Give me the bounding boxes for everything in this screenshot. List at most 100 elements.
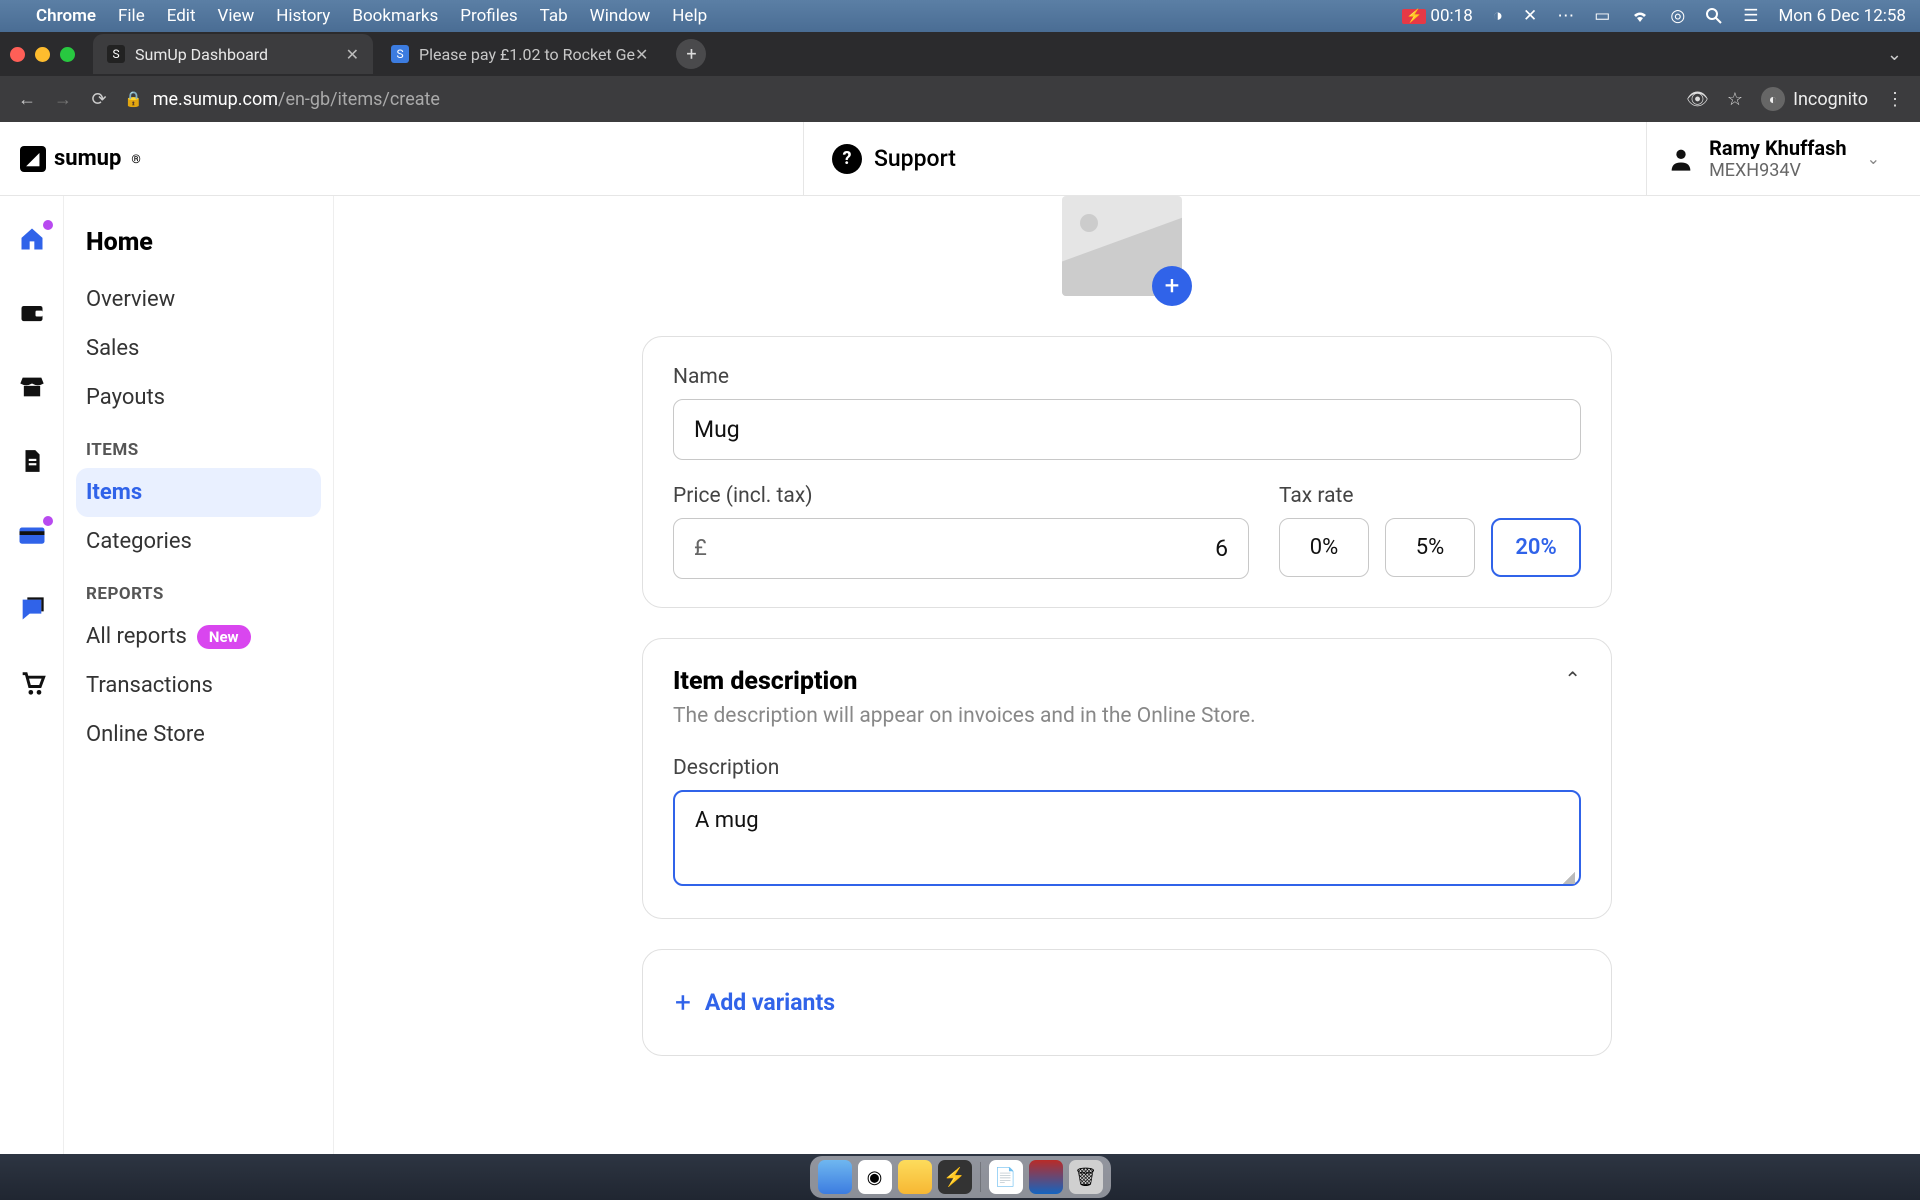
- dock-app-icon[interactable]: ⚡: [938, 1160, 972, 1194]
- tax-option-20[interactable]: 20%: [1491, 518, 1581, 577]
- tax-label: Tax rate: [1279, 484, 1581, 508]
- basic-info-card: Name Price (incl. tax) £ Tax rate 0%: [642, 336, 1612, 608]
- main-content: + Name Price (incl. tax) £ Tax rate: [334, 196, 1920, 1154]
- sidebar-item-label: Items: [86, 480, 142, 505]
- brand-logo[interactable]: ◢ sumup®: [20, 146, 141, 172]
- tracking-icon[interactable]: 👁: [1686, 89, 1709, 110]
- dock-app-icon[interactable]: [898, 1160, 932, 1194]
- sidebar-item-categories[interactable]: Categories: [76, 517, 321, 566]
- window-minimize-button[interactable]: [35, 47, 50, 62]
- collapse-icon[interactable]: ⌃: [1564, 667, 1581, 691]
- sidebar-item-label: Categories: [86, 529, 192, 554]
- power-icon[interactable]: ▭: [1594, 6, 1610, 26]
- tab-overflow-icon[interactable]: ⌄: [1887, 44, 1902, 65]
- icon-rail: [0, 196, 64, 1154]
- browser-toolbar: ← → ⟳ 🔒 me.sumup.com/en-gb/items/create …: [0, 76, 1920, 122]
- name-input[interactable]: [673, 399, 1581, 460]
- add-image-button[interactable]: +: [1152, 266, 1192, 306]
- menu-bookmarks[interactable]: Bookmarks: [352, 6, 438, 26]
- rail-wallet-icon[interactable]: [17, 298, 47, 328]
- incognito-label: Incognito: [1793, 89, 1868, 110]
- status-icon[interactable]: ◎: [1670, 6, 1685, 26]
- browser-tab[interactable]: S Please pay £1.02 to Rocket Ge ✕: [377, 34, 662, 74]
- dock-trash-icon[interactable]: 🗑: [1069, 1160, 1103, 1194]
- incognito-indicator[interactable]: ◐ Incognito: [1761, 87, 1868, 111]
- variants-card: + Add variants: [642, 949, 1612, 1056]
- dock-chrome-icon[interactable]: ◉: [858, 1160, 892, 1194]
- add-variants-button[interactable]: + Add variants: [673, 978, 1581, 1027]
- battery-status[interactable]: ⚡00:18: [1402, 6, 1473, 26]
- forward-button[interactable]: →: [52, 89, 74, 110]
- status-icon[interactable]: ✕: [1523, 6, 1537, 26]
- rail-chat-icon[interactable]: [17, 594, 47, 624]
- price-input[interactable]: [707, 535, 1228, 562]
- user-id: MEXH934V: [1709, 160, 1847, 181]
- lock-icon[interactable]: 🔒: [124, 90, 143, 108]
- menu-edit[interactable]: Edit: [167, 6, 196, 26]
- menu-tab[interactable]: Tab: [540, 6, 568, 26]
- sidebar-item-transactions[interactable]: Transactions: [76, 661, 321, 710]
- brand-mark: ®: [131, 152, 140, 166]
- wifi-icon[interactable]: [1630, 8, 1650, 24]
- rail-home-icon[interactable]: [17, 224, 47, 254]
- address-bar[interactable]: 🔒 me.sumup.com/en-gb/items/create: [124, 89, 1672, 110]
- sidebar-item-sales[interactable]: Sales: [76, 324, 321, 373]
- menubar-app-name[interactable]: Chrome: [36, 6, 96, 26]
- reload-button[interactable]: ⟳: [88, 89, 110, 110]
- bookmark-icon[interactable]: ☆: [1727, 89, 1743, 110]
- rail-card-icon[interactable]: [17, 520, 47, 550]
- name-label: Name: [673, 365, 1581, 389]
- menu-file[interactable]: File: [118, 6, 145, 26]
- price-label: Price (incl. tax): [673, 484, 1249, 508]
- rail-doc-icon[interactable]: [17, 446, 47, 476]
- control-center-icon[interactable]: ☰: [1743, 6, 1758, 26]
- tax-option-0[interactable]: 0%: [1279, 518, 1369, 577]
- tab-title: Please pay £1.02 to Rocket Ge: [419, 45, 635, 64]
- sidebar-item-all-reports[interactable]: All reports New: [76, 612, 321, 661]
- sidebar-item-online-store[interactable]: Online Store: [76, 710, 321, 759]
- window-zoom-button[interactable]: [60, 47, 75, 62]
- macos-dock-area: ◉ ⚡ 📄 🗑: [0, 1154, 1920, 1200]
- dock-app-icon[interactable]: [1029, 1160, 1063, 1194]
- app-header: ◢ sumup® ? Support Ramy Khuffash MEXH934…: [0, 122, 1920, 196]
- tax-rate-options: 0% 5% 20%: [1279, 518, 1581, 577]
- back-button[interactable]: ←: [16, 89, 38, 110]
- description-card: Item description The description will ap…: [642, 638, 1612, 919]
- sidebar-item-label: Transactions: [86, 673, 213, 698]
- price-input-wrapper[interactable]: £: [673, 518, 1249, 579]
- status-icon[interactable]: ⋯: [1557, 6, 1574, 26]
- menu-window[interactable]: Window: [590, 6, 651, 26]
- dock-doc-icon[interactable]: 📄: [989, 1160, 1023, 1194]
- tax-option-5[interactable]: 5%: [1385, 518, 1475, 577]
- browser-menu-button[interactable]: ⋮: [1886, 89, 1904, 110]
- image-upload[interactable]: +: [1062, 196, 1192, 306]
- close-tab-icon[interactable]: ✕: [635, 45, 648, 64]
- sidebar-item-payouts[interactable]: Payouts: [76, 373, 321, 422]
- spotlight-icon[interactable]: [1705, 7, 1723, 25]
- support-link[interactable]: ? Support: [804, 144, 984, 174]
- status-icon[interactable]: ◑: [1493, 6, 1503, 26]
- window-controls: [10, 47, 75, 62]
- description-section-title: Item description: [673, 667, 1256, 696]
- window-close-button[interactable]: [10, 47, 25, 62]
- sidebar-item-label: Payouts: [86, 385, 165, 410]
- macos-dock: ◉ ⚡ 📄 🗑: [810, 1156, 1111, 1198]
- sidebar-item-label: Online Store: [86, 722, 205, 747]
- menu-history[interactable]: History: [276, 6, 330, 26]
- rail-store-icon[interactable]: [17, 372, 47, 402]
- description-input[interactable]: [673, 790, 1581, 886]
- sidebar-group-label: REPORTS: [76, 566, 321, 612]
- dock-finder-icon[interactable]: [818, 1160, 852, 1194]
- new-tab-button[interactable]: +: [676, 39, 706, 69]
- menubar-clock[interactable]: Mon 6 Dec 12:58: [1778, 6, 1906, 26]
- close-tab-icon[interactable]: ✕: [346, 45, 359, 64]
- menu-profiles[interactable]: Profiles: [460, 6, 517, 26]
- sidebar-item-overview[interactable]: Overview: [76, 275, 321, 324]
- menu-help[interactable]: Help: [672, 6, 707, 26]
- rail-cart-icon[interactable]: [17, 668, 47, 698]
- macos-menubar: Chrome File Edit View History Bookmarks …: [0, 0, 1920, 32]
- menu-view[interactable]: View: [218, 6, 255, 26]
- user-menu[interactable]: Ramy Khuffash MEXH934V ⌄: [1647, 136, 1900, 181]
- sidebar-item-items[interactable]: Items: [76, 468, 321, 517]
- browser-tab-active[interactable]: S SumUp Dashboard ✕: [93, 34, 373, 74]
